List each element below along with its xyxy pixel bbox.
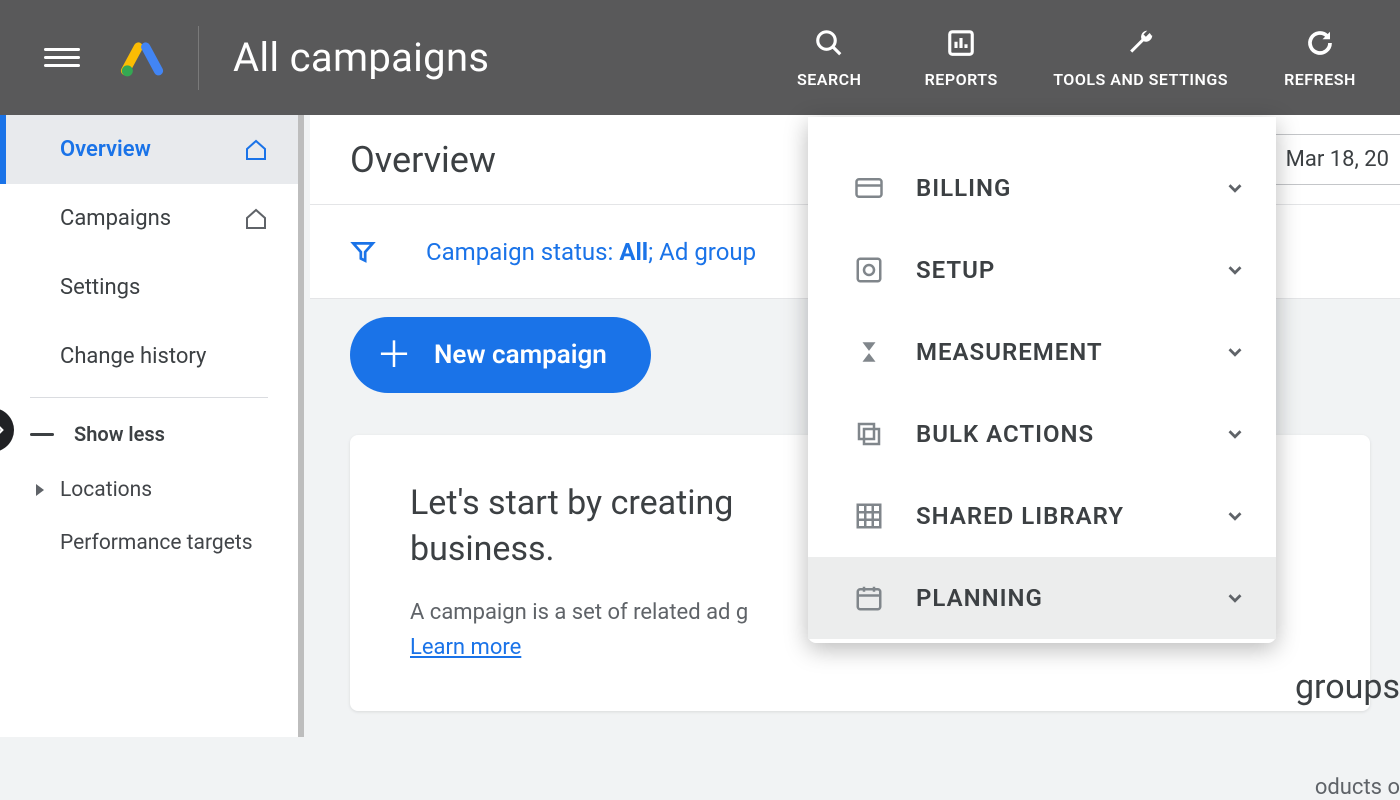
dropdown-item-planning[interactable]: PLANNING [808, 557, 1276, 639]
grid-icon [852, 499, 886, 533]
nav-refresh[interactable]: REFRESH [1280, 26, 1360, 89]
hamburger-menu-button[interactable] [44, 40, 80, 76]
sidebar-item-settings[interactable]: Settings [0, 253, 298, 322]
caret-right-icon [36, 484, 44, 496]
page-context-title: All campaigns [233, 34, 789, 81]
nav-tools-settings[interactable]: TOOLS AND SETTINGS [1053, 26, 1228, 89]
wrench-icon [1124, 26, 1158, 60]
sidebar-item-overview[interactable]: Overview [0, 115, 298, 184]
learn-more-link[interactable]: Learn more [410, 635, 521, 660]
stack-icon [852, 417, 886, 451]
plus-icon: ＋ [376, 337, 412, 373]
dropdown-item-setup[interactable]: SETUP [808, 229, 1276, 311]
sidebar-item-performance-targets[interactable]: Performance targets [0, 516, 298, 571]
sidebar-item-locations[interactable]: Locations [0, 464, 298, 516]
chevron-down-icon [1224, 505, 1246, 527]
new-campaign-button[interactable]: ＋ New campaign [350, 317, 651, 393]
divider [30, 397, 268, 398]
tools-settings-dropdown: BILLING SETUP MEASUREMENT BULK ACTIONS S… [808, 117, 1276, 643]
sidebar-item-campaigns[interactable]: Campaigns [0, 184, 298, 253]
left-sidebar: Overview Campaigns Settings Change histo… [0, 115, 304, 737]
chevron-down-icon [1224, 177, 1246, 199]
reports-icon [944, 26, 978, 60]
date-range-picker[interactable]: Mar 18, 20 [1265, 134, 1400, 185]
card-desc-overflow: oducts o [1305, 775, 1400, 800]
chevron-down-icon [1224, 423, 1246, 445]
sidebar-item-change-history[interactable]: Change history [0, 322, 298, 391]
filter-summary: Campaign status: All; Ad group [426, 238, 756, 266]
refresh-icon [1303, 26, 1337, 60]
google-ads-logo[interactable] [120, 36, 164, 80]
home-icon [244, 138, 268, 162]
chevron-down-icon [1224, 341, 1246, 363]
sidebar-item-label: Settings [60, 275, 140, 300]
top-bar: All campaigns SEARCH REPORTS TOOLS AND S… [0, 0, 1400, 115]
nav-reports[interactable]: REPORTS [921, 26, 1001, 89]
sidebar-item-label: Change history [60, 344, 206, 369]
chevron-down-icon [1224, 259, 1246, 281]
top-nav: SEARCH REPORTS TOOLS AND SETTINGS REFRES… [789, 26, 1360, 89]
sidebar-item-label: Campaigns [60, 206, 171, 231]
nav-search[interactable]: SEARCH [789, 26, 869, 89]
gear-icon [852, 253, 886, 287]
minus-icon [30, 433, 54, 436]
search-icon [812, 26, 846, 60]
home-outline-icon [244, 207, 268, 231]
calendar-icon [852, 581, 886, 615]
divider [198, 26, 199, 90]
chevron-down-icon [1224, 587, 1246, 609]
dropdown-item-shared-library[interactable]: SHARED LIBRARY [808, 475, 1276, 557]
credit-card-icon [852, 171, 886, 205]
dropdown-item-billing[interactable]: BILLING [808, 147, 1276, 229]
hourglass-icon [852, 335, 886, 369]
dropdown-item-bulk-actions[interactable]: BULK ACTIONS [808, 393, 1276, 475]
card-heading-overflow: groups [1285, 667, 1400, 707]
filter-icon [350, 239, 376, 265]
dropdown-item-measurement[interactable]: MEASUREMENT [808, 311, 1276, 393]
sidebar-item-label: Overview [60, 137, 151, 162]
show-less-toggle[interactable]: Show less [0, 404, 298, 464]
